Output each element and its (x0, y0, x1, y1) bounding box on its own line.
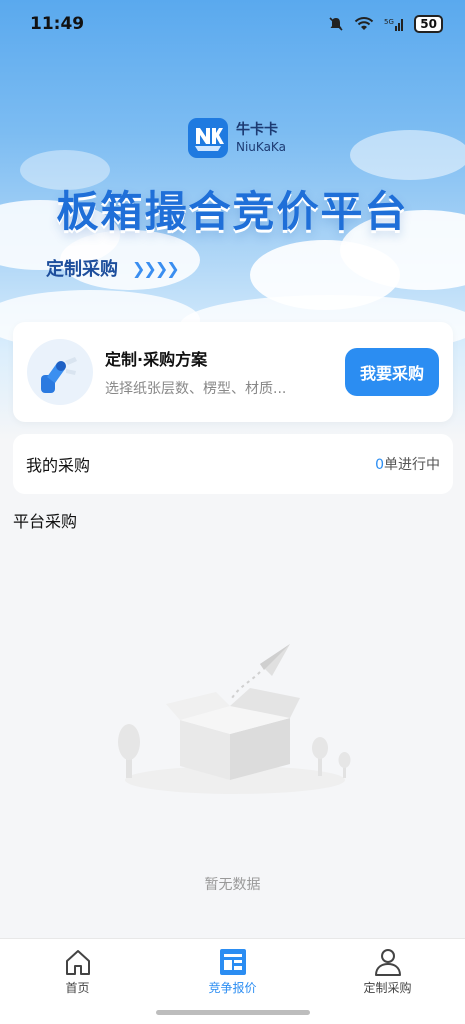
logo-icon (188, 118, 228, 158)
custom-purchase-card[interactable]: 定制·采购方案 选择纸张层数、楞型、材质... 我要采购 (13, 322, 453, 422)
wifi-icon (355, 17, 374, 30)
platform-purchase-title: 平台采购 (13, 512, 78, 531)
hero-subtitle: 定制采购 ❯❯❯❯ (46, 255, 180, 281)
tab-home[interactable]: 首页 (0, 939, 155, 1024)
status-time: 11:49 (30, 14, 85, 34)
network-label: 5G (384, 18, 394, 26)
tab-quote-label: 竞争报价 (208, 981, 257, 995)
brand-name-en: NiuKaKa (236, 140, 286, 154)
battery-icon: 50 (414, 15, 443, 33)
brand-name-cn: 牛卡卡 (236, 122, 278, 138)
tab-home-label: 首页 (65, 981, 90, 995)
tab-custom[interactable]: 定制采购 (310, 939, 465, 1024)
signal-icon: 5G (384, 18, 404, 31)
my-purchase-status-text: 单进行中 (384, 457, 440, 473)
robot-arm-icon (27, 339, 93, 405)
my-purchase-title: 我的采购 (26, 456, 91, 475)
empty-state-text: 暂无数据 (204, 877, 261, 893)
custom-card-title: 定制·采购方案 (105, 350, 208, 369)
purchase-button[interactable]: 我要采购 (345, 348, 439, 396)
my-purchase-status: 0单进行中 (375, 454, 440, 474)
custom-card-desc: 选择纸张层数、楞型、材质... (105, 381, 287, 397)
hero-subtitle-text: 定制采购 (46, 259, 118, 280)
tab-custom-label: 定制采购 (363, 981, 412, 995)
empty-box-illustration (118, 644, 351, 794)
status-bar: 11:49 5G 50 (0, 0, 465, 48)
home-icon (65, 950, 90, 975)
quote-icon (219, 949, 246, 975)
mute-icon (329, 17, 343, 31)
brand-logo: 牛卡卡 NiuKaKa (188, 118, 286, 158)
my-purchase-count: 0 (375, 457, 384, 473)
user-icon (374, 949, 401, 976)
chevrons-icon: ❯❯❯❯ (132, 258, 180, 278)
home-indicator[interactable] (156, 1010, 310, 1015)
hero-title: 板箱撮合竞价平台 (56, 187, 409, 236)
my-purchase-row[interactable]: 我的采购 0单进行中 (13, 434, 453, 494)
status-icons: 5G 50 (328, 15, 443, 33)
